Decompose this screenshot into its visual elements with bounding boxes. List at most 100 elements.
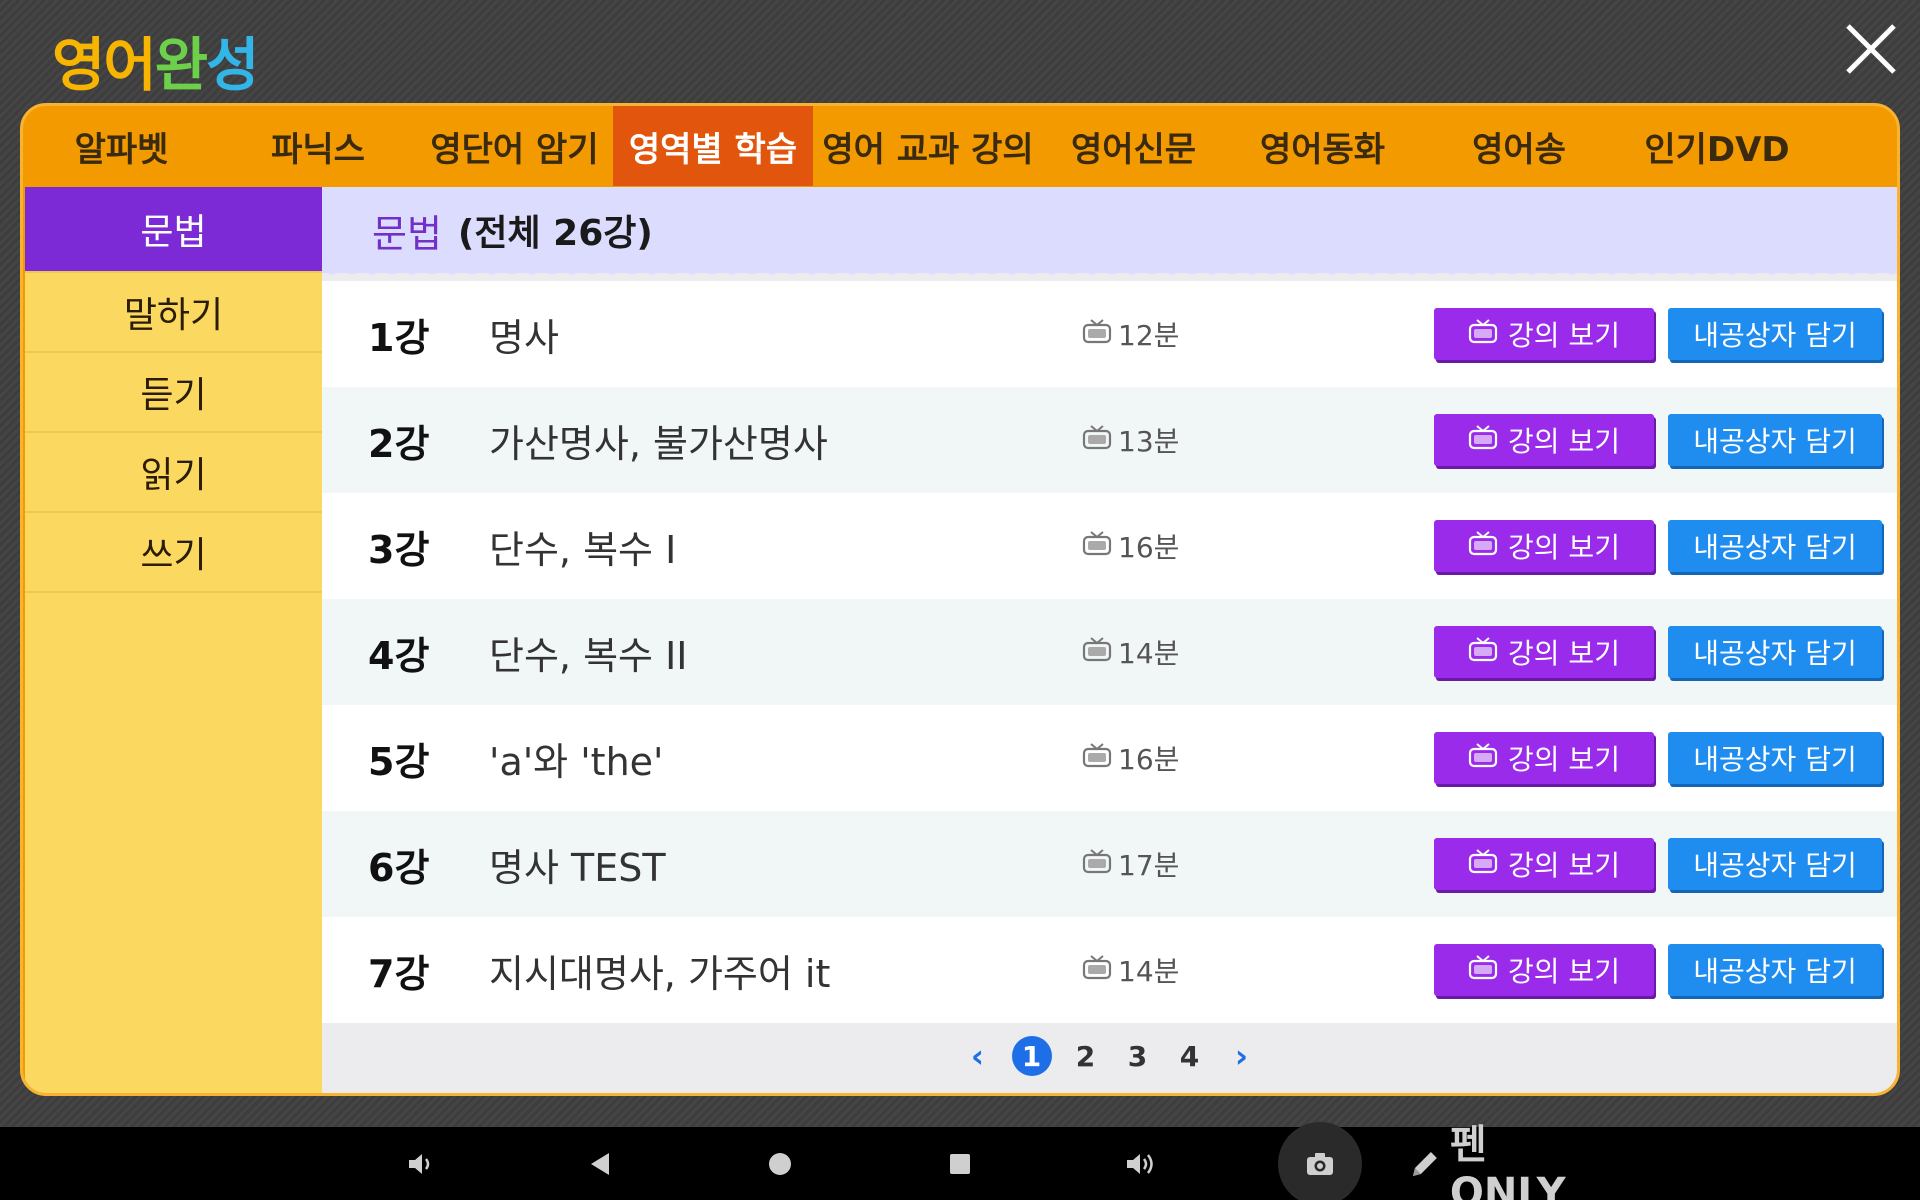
sidebar-item-3[interactable]: 듣기 (25, 353, 322, 433)
save-to-box-button[interactable]: 내공상자 담기 (1668, 414, 1882, 466)
watch-lecture-button[interactable]: 강의 보기 (1434, 838, 1654, 890)
pagination: ‹ 1 2 3 4 › (322, 1026, 1897, 1086)
logo-char: 성 (206, 31, 259, 99)
recents-square-icon (950, 1153, 970, 1174)
lecture-row: 6강 명사 TEST 17분 강의 보기 내공상자 담기 (322, 811, 1897, 917)
tv-icon (1468, 848, 1498, 881)
tab-1[interactable]: 알파벳 (23, 106, 220, 186)
save-to-box-button[interactable]: 내공상자 담기 (1668, 520, 1882, 572)
lecture-title: 명사 TEST (489, 845, 666, 890)
sidebar-item-1[interactable]: 문법 (25, 187, 322, 273)
page-button[interactable]: 3 (1120, 1036, 1156, 1076)
recents-button[interactable] (940, 1127, 980, 1200)
save-to-box-label: 내공상자 담기 (1693, 319, 1857, 352)
sidebar-item-5[interactable]: 쓰기 (25, 513, 322, 593)
lecture-duration: 12분 (1082, 314, 1179, 354)
watch-lecture-label: 강의 보기 (1508, 743, 1620, 776)
lecture-duration: 16분 (1082, 526, 1179, 566)
watch-lecture-label: 강의 보기 (1508, 319, 1620, 352)
lecture-number: 1강 (368, 315, 430, 360)
screenshot-button[interactable] (1278, 1121, 1362, 1200)
home-button[interactable] (760, 1127, 800, 1200)
pen-only-toggle[interactable]: 펜 ONLY (1408, 1122, 1598, 1200)
page-button[interactable]: 4 (1172, 1036, 1208, 1076)
watch-lecture-button[interactable]: 강의 보기 (1434, 732, 1654, 784)
save-to-box-label: 내공상자 담기 (1693, 849, 1857, 882)
main-panel: 알파벳 파닉스 영단어 암기 영역별 학습 영어 교과 강의 영어신문 영어동화 영어송 인기D… (20, 103, 1900, 1096)
sidebar-item-2[interactable]: 말하기 (25, 273, 322, 353)
watch-lecture-button[interactable]: 강의 보기 (1434, 308, 1654, 360)
tab-4[interactable]: 영역별 학습 (613, 106, 813, 186)
duration-text: 16분 (1118, 531, 1180, 564)
lecture-number: 3강 (368, 527, 430, 572)
save-to-box-button[interactable]: 내공상자 담기 (1668, 838, 1882, 890)
watch-lecture-button[interactable]: 강의 보기 (1434, 414, 1654, 466)
lecture-row: 5강 'a'와 'the' 16분 강의 보기 내공상자 담기 (322, 705, 1897, 811)
sidebar-item-4[interactable]: 읽기 (25, 433, 322, 513)
tab-7[interactable]: 영어동화 (1224, 106, 1421, 186)
app-logo: 영어완성 (52, 18, 260, 102)
next-page-button[interactable]: › (1224, 1036, 1260, 1076)
save-to-box-button[interactable]: 내공상자 담기 (1668, 944, 1882, 996)
tv-icon (1082, 318, 1112, 351)
tv-icon (1468, 636, 1498, 669)
tab-8[interactable]: 영어송 (1421, 106, 1617, 186)
volume-down-button[interactable] (400, 1127, 440, 1200)
lecture-number: 7강 (368, 951, 430, 996)
lecture-title: 'a'와 'the' (489, 739, 664, 784)
save-to-box-button[interactable]: 내공상자 담기 (1668, 732, 1882, 784)
section-header: 문법 (전체 26강) (322, 187, 1897, 281)
watch-lecture-label: 강의 보기 (1508, 425, 1620, 458)
watch-lecture-label: 강의 보기 (1508, 849, 1620, 882)
prev-page-button[interactable]: ‹ (960, 1036, 996, 1076)
watch-lecture-button[interactable]: 강의 보기 (1434, 626, 1654, 678)
lecture-title: 단수, 복수 II (489, 633, 688, 678)
volume-down-icon (409, 1153, 430, 1174)
system-nav-bar: 펜 ONLY (0, 1121, 1920, 1200)
tv-icon (1468, 318, 1498, 351)
watch-lecture-button[interactable]: 강의 보기 (1434, 520, 1654, 572)
back-button[interactable] (580, 1127, 620, 1200)
tv-icon (1468, 530, 1498, 563)
tab-9[interactable]: 인기DVD (1617, 106, 1817, 186)
lecture-duration: 17분 (1082, 844, 1179, 884)
tab-6[interactable]: 영어신문 (1043, 106, 1224, 186)
logo-char: 어 (103, 31, 156, 99)
page-button[interactable]: 1 (1011, 1036, 1052, 1076)
tab-5[interactable]: 영어 교과 강의 (813, 106, 1043, 186)
volume-up-button[interactable] (1120, 1127, 1160, 1200)
section-title: 문법 (372, 211, 442, 256)
pen-only-label: 펜 ONLY (1449, 1121, 1566, 1200)
lecture-number: 6강 (368, 845, 430, 890)
watch-lecture-button[interactable]: 강의 보기 (1434, 944, 1654, 996)
back-triangle-icon (591, 1152, 609, 1175)
close-button[interactable] (1840, 18, 1902, 80)
save-to-box-label: 내공상자 담기 (1693, 955, 1857, 988)
save-to-box-button[interactable]: 내공상자 담기 (1668, 626, 1882, 678)
watch-lecture-label: 강의 보기 (1508, 531, 1620, 564)
page-button[interactable]: 2 (1068, 1036, 1104, 1076)
lecture-duration: 13분 (1082, 420, 1179, 460)
save-to-box-label: 내공상자 담기 (1693, 637, 1857, 670)
lecture-title: 지시대명사, 가주어 it (489, 951, 831, 996)
sidebar: 문법 말하기 듣기 읽기 쓰기 (25, 187, 322, 1093)
duration-text: 17분 (1118, 849, 1180, 882)
lecture-list: 1강 명사 12분 강의 보기 내공상자 담기 2강 가산명사, 불가산명사 13분 강의 보기… (322, 281, 1897, 1023)
close-icon (1846, 24, 1896, 74)
lecture-duration: 14분 (1082, 950, 1179, 990)
tv-icon (1468, 742, 1498, 775)
volume-up-icon (1127, 1153, 1153, 1174)
lecture-title: 명사 (489, 315, 559, 360)
logo-char: 완 (154, 31, 208, 99)
tv-icon (1468, 954, 1498, 987)
tab-3[interactable]: 영단어 암기 (416, 106, 613, 186)
camera-icon (1307, 1152, 1333, 1175)
home-circle-icon (769, 1152, 791, 1175)
save-to-box-label: 내공상자 담기 (1693, 425, 1857, 458)
lecture-duration: 16분 (1082, 738, 1179, 778)
save-to-box-button[interactable]: 내공상자 담기 (1668, 308, 1882, 360)
duration-text: 13분 (1118, 425, 1180, 458)
lecture-number: 5강 (368, 739, 430, 784)
tab-2[interactable]: 파닉스 (220, 106, 416, 186)
duration-text: 14분 (1118, 637, 1180, 670)
